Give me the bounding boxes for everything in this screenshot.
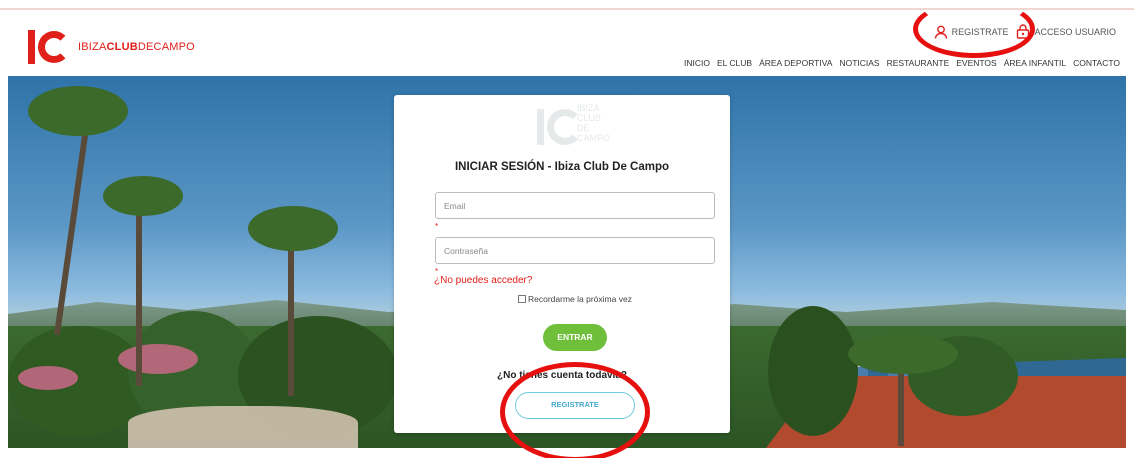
forgot-access-link[interactable]: ¿No puedes acceder?	[434, 275, 532, 286]
register-link-label: REGISTRATE	[951, 26, 1009, 37]
nav-item-eventos[interactable]: EVENTOS	[956, 58, 996, 68]
login-card: IBIZA CLUB DE CAMPO INICIAR SESIÓN - Ibi…	[394, 95, 730, 433]
email-input[interactable]	[435, 192, 715, 219]
login-submit-button[interactable]: ENTRAR	[543, 324, 607, 351]
nav-item-restaurante[interactable]: RESTAURANTE	[887, 58, 950, 68]
remember-me-checkbox[interactable]	[518, 295, 526, 303]
logo-mark-icon	[28, 30, 70, 64]
logo-word-ibiza: IBIZA	[78, 41, 107, 53]
main-nav: INICIO EL CLUB ÁREA DEPORTIVA NOTICIAS R…	[684, 58, 1120, 68]
site-header: IBIZACLUBDECAMPO REGISTRATE ACCESO USUAR…	[0, 12, 1134, 76]
account-links: REGISTRATE ACCESO USUARIO	[934, 24, 1116, 39]
nav-item-el-club[interactable]: EL CLUB	[717, 58, 752, 68]
site-logo[interactable]: IBIZACLUBDECAMPO	[28, 30, 195, 64]
no-account-text: ¿No tienes cuenta todavía?	[496, 370, 628, 381]
lock-icon	[1017, 24, 1030, 39]
nav-item-noticias[interactable]: NOTICIAS	[839, 58, 879, 68]
login-title: INICIAR SESIÓN - Ibiza Club De Campo	[454, 161, 670, 173]
card-logo-text: IBIZA CLUB DE CAMPO	[577, 103, 611, 143]
user-icon	[934, 25, 947, 39]
user-access-link-label: ACCESO USUARIO	[1034, 26, 1116, 37]
password-input[interactable]	[435, 237, 715, 264]
logo-word-decampo: DECAMPO	[137, 41, 195, 53]
remember-me-label: Recordarme la próxima vez	[528, 294, 632, 304]
user-access-link[interactable]: ACCESO USUARIO	[1016, 24, 1116, 39]
nav-item-inicio[interactable]: INICIO	[684, 58, 710, 68]
register-link[interactable]: REGISTRATE	[934, 25, 1009, 39]
logo-word-club: CLUB	[106, 41, 138, 53]
email-required-mark: *	[435, 222, 439, 231]
nav-item-contacto[interactable]: CONTACTO	[1073, 58, 1120, 68]
nav-item-area-deportiva[interactable]: ÁREA DEPORTIVA	[759, 58, 832, 68]
top-border	[0, 0, 1134, 10]
remember-me[interactable]: Recordarme la próxima vez	[518, 294, 632, 304]
nav-item-area-infantil[interactable]: ÁREA INFANTIL	[1004, 58, 1066, 68]
register-button[interactable]: REGISTRATE	[515, 392, 635, 419]
logo-wordmark: IBIZACLUBDECAMPO	[78, 41, 195, 53]
card-logo: IBIZA CLUB DE CAMPO	[537, 103, 611, 151]
